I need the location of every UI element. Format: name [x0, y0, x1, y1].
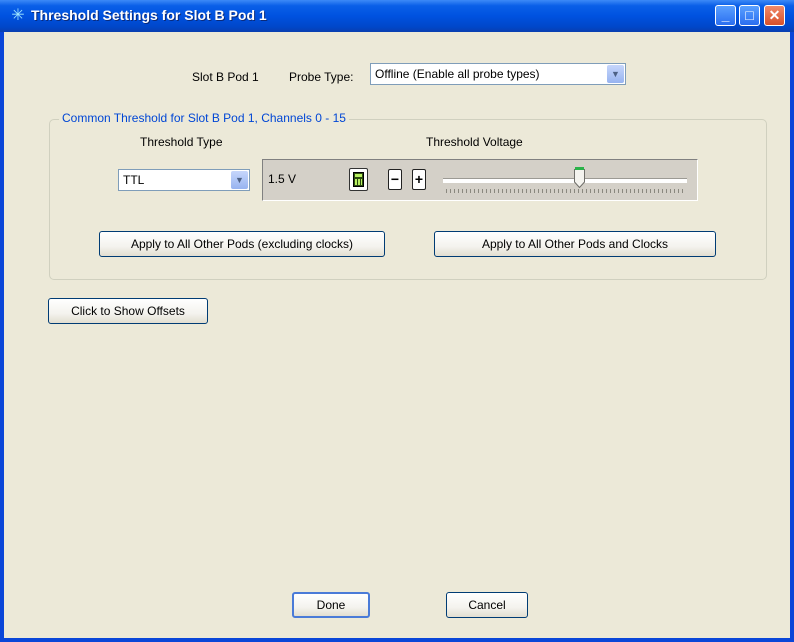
threshold-voltage-label: Threshold Voltage — [426, 135, 523, 149]
window-title: Threshold Settings for Slot B Pod 1 — [31, 7, 267, 23]
calculator-icon — [353, 172, 364, 187]
probe-type-value: Offline (Enable all probe types) — [375, 67, 540, 81]
minimize-icon: _ — [721, 7, 730, 23]
close-button[interactable]: ✕ — [764, 5, 785, 26]
chevron-down-icon[interactable]: ▼ — [607, 65, 624, 83]
decrease-voltage-button[interactable]: − — [388, 169, 402, 190]
calculator-button[interactable] — [349, 168, 368, 191]
minimize-button[interactable]: _ — [715, 5, 736, 26]
increase-voltage-button[interactable]: + — [412, 169, 426, 190]
threshold-voltage-panel: 1.5 V − + — [262, 159, 698, 201]
analyzer-star-icon: ✳ — [11, 7, 25, 24]
maximize-icon: □ — [745, 7, 754, 23]
dialog-client-area: Slot B Pod 1 Probe Type: Offline (Enable… — [4, 32, 790, 638]
done-button[interactable]: Done — [292, 592, 370, 618]
maximize-button[interactable]: □ — [739, 5, 760, 26]
apply-all-pods-and-clocks-button[interactable]: Apply to All Other Pods and Clocks — [434, 231, 716, 257]
voltage-slider-thumb[interactable] — [574, 167, 585, 188]
probe-type-label: Probe Type: — [289, 70, 354, 84]
threshold-type-value: TTL — [123, 173, 145, 187]
voltage-slider-ticks — [446, 189, 684, 193]
cancel-button[interactable]: Cancel — [446, 592, 528, 618]
threshold-type-label: Threshold Type — [140, 135, 223, 149]
slot-label: Slot B Pod 1 — [192, 70, 259, 84]
close-icon: ✕ — [768, 7, 781, 23]
apply-all-pods-excluding-clocks-button[interactable]: Apply to All Other Pods (excluding clock… — [99, 231, 385, 257]
threshold-type-select[interactable]: TTL ▼ — [118, 169, 250, 191]
common-threshold-group-title: Common Threshold for Slot B Pod 1, Chann… — [59, 111, 349, 125]
chevron-down-icon[interactable]: ▼ — [231, 171, 248, 189]
voltage-slider-track[interactable] — [443, 178, 687, 183]
probe-type-select[interactable]: Offline (Enable all probe types) ▼ — [370, 63, 626, 85]
threshold-settings-window: ✳ Threshold Settings for Slot B Pod 1 _ … — [0, 0, 794, 642]
show-offsets-button[interactable]: Click to Show Offsets — [48, 298, 208, 324]
threshold-voltage-value: 1.5 V — [268, 172, 297, 186]
title-bar[interactable]: ✳ Threshold Settings for Slot B Pod 1 _ … — [0, 0, 794, 32]
